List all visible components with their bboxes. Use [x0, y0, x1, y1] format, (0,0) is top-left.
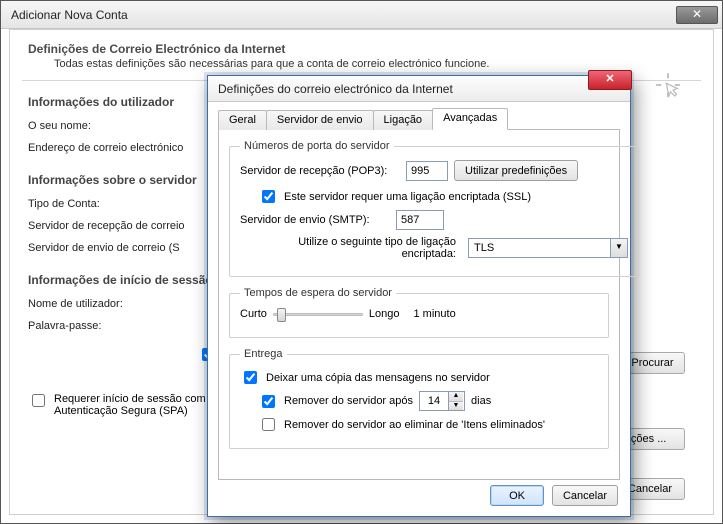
group-delivery-label: Entrega: [240, 348, 287, 360]
ok-button[interactable]: OK: [490, 485, 544, 506]
remove-on-delete-checkbox[interactable]: [262, 418, 275, 431]
label-account-type: Tipo de Conta:: [28, 198, 198, 210]
slider-thumb-icon[interactable]: [277, 308, 286, 322]
tab-outgoing-server[interactable]: Servidor de envio: [266, 110, 374, 130]
tab-general[interactable]: Geral: [218, 110, 267, 130]
dialog-titlebar: Definições do correio electrónico da Int…: [208, 76, 630, 102]
days-spinner[interactable]: ▲▼: [419, 391, 465, 411]
dialog-title: Definições do correio electrónico da Int…: [218, 82, 624, 96]
encryption-type-combo[interactable]: TLS ▼: [468, 238, 628, 258]
spa-label: Requerer início de sessão com Autenticaç…: [54, 393, 214, 417]
pop3-port-input[interactable]: [406, 161, 448, 181]
label-email: Endereço de correio electrónico: [28, 142, 198, 154]
parent-close-button[interactable]: ✕: [676, 6, 718, 24]
label-username: Nome de utilizador:: [28, 298, 198, 310]
label-your-name: O seu nome:: [28, 120, 198, 132]
days-suffix: dias: [471, 395, 491, 407]
spa-checkbox[interactable]: [32, 394, 45, 407]
chevron-down-icon: ▼: [610, 239, 627, 257]
wizard-subtitle: Todas estas definições são necessárias p…: [54, 58, 695, 70]
dialog-close-button[interactable]: ✕: [588, 70, 632, 90]
dialog-button-row: OK Cancelar: [490, 485, 618, 506]
wizard-title: Definições de Correio Electrónico da Int…: [28, 42, 695, 56]
cursor-click-icon: [651, 68, 685, 102]
remove-after-checkbox[interactable]: [262, 395, 275, 408]
encryption-type-value: TLS: [469, 242, 610, 254]
parent-titlebar: Adicionar Nova Conta ✕: [1, 1, 722, 29]
group-timeout-label: Tempos de espera do servidor: [240, 287, 396, 299]
use-defaults-button[interactable]: Utilizar predefinições: [454, 160, 578, 181]
spinner-up-icon[interactable]: ▲: [449, 392, 463, 402]
label-password: Palavra-passe:: [28, 320, 198, 332]
label-long: Longo: [369, 308, 400, 320]
timeout-value: 1 minuto: [414, 308, 456, 320]
tab-panel-advanced: Números de porta do servidor Servidor de…: [218, 130, 620, 480]
parent-window-title: Adicionar Nova Conta: [11, 8, 674, 22]
spinner-down-icon[interactable]: ▼: [449, 402, 463, 411]
days-input[interactable]: [420, 392, 448, 410]
label-incoming-server: Servidor de recepção de correio: [28, 220, 198, 232]
ssl-label: Este servidor requer uma ligação encript…: [284, 191, 531, 203]
timeout-slider[interactable]: [273, 307, 363, 321]
dialog-body: Geral Servidor de envio Ligação Avançada…: [208, 102, 630, 490]
remove-on-delete-label: Remover do servidor ao eliminar de 'Iten…: [284, 419, 545, 431]
label-outgoing-server: Servidor de envio de correio (S: [28, 242, 198, 254]
leave-copy-checkbox[interactable]: [244, 371, 257, 384]
internet-email-settings-dialog: Definições do correio electrónico da Int…: [207, 75, 631, 517]
tab-strip: Geral Servidor de envio Ligação Avançada…: [218, 108, 620, 130]
cancel-button[interactable]: Cancelar: [552, 485, 618, 506]
group-delivery: Entrega Deixar uma cópia das mensagens n…: [229, 348, 609, 449]
ssl-checkbox[interactable]: [262, 190, 275, 203]
group-server-ports-label: Números de porta do servidor: [240, 140, 394, 152]
tab-connection[interactable]: Ligação: [373, 110, 434, 130]
remove-after-label: Remover do servidor após: [284, 395, 413, 407]
label-short: Curto: [240, 308, 267, 320]
leave-copy-label: Deixar uma cópia das mensagens no servid…: [266, 372, 490, 384]
group-server-ports: Números de porta do servidor Servidor de…: [229, 140, 639, 277]
label-encryption-type: Utilize o seguinte tipo de ligação encri…: [252, 236, 462, 260]
label-smtp: Servidor de envio (SMTP):: [240, 214, 390, 226]
wizard-header: Definições de Correio Electrónico da Int…: [28, 42, 695, 70]
smtp-port-input[interactable]: [396, 210, 444, 230]
group-server-timeout: Tempos de espera do servidor Curto Longo…: [229, 287, 609, 338]
label-pop3: Servidor de recepção (POP3):: [240, 165, 400, 177]
tab-advanced[interactable]: Avançadas: [432, 108, 508, 130]
